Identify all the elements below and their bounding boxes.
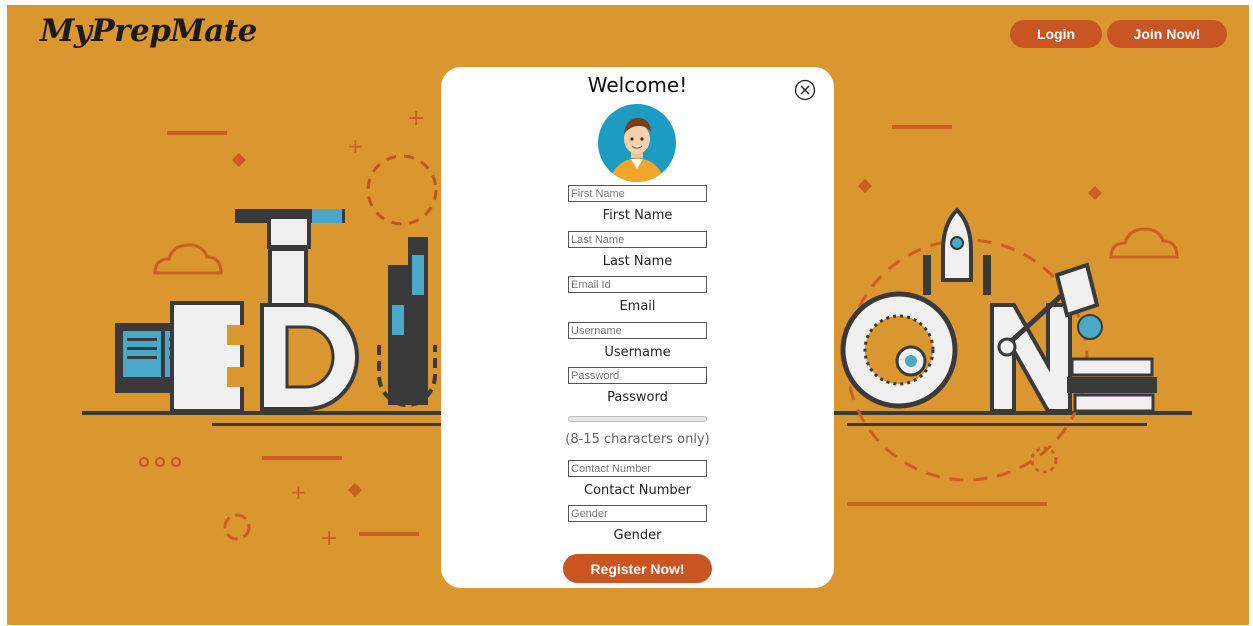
- email-input[interactable]: [568, 276, 707, 293]
- first-name-label: First Name: [602, 208, 673, 223]
- gender-label: Gender: [613, 528, 662, 543]
- contact-number-input[interactable]: [568, 460, 707, 477]
- password-hint: (8-15 characters only): [565, 432, 710, 447]
- last-name-input[interactable]: [568, 231, 707, 248]
- svg-text:+: +: [347, 134, 364, 158]
- close-icon[interactable]: [794, 79, 816, 101]
- last-name-label: Last Name: [602, 254, 673, 269]
- password-label: Password: [607, 390, 668, 405]
- register-modal: Welcome! First Name Last Name: [441, 67, 834, 588]
- contact-number-label: Contact Number: [584, 483, 691, 498]
- password-strength-bar: [568, 416, 707, 422]
- password-input[interactable]: [568, 367, 707, 384]
- logo[interactable]: MyPrepMate: [40, 13, 257, 49]
- first-name-input[interactable]: [568, 185, 707, 202]
- register-now-button[interactable]: Register Now!: [563, 554, 712, 583]
- svg-text:+: +: [320, 526, 338, 551]
- modal-title: Welcome!: [587, 73, 688, 97]
- svg-text:+: +: [407, 106, 425, 131]
- email-label: Email: [619, 299, 656, 314]
- avatar-icon: [598, 104, 676, 182]
- join-now-button[interactable]: Join Now!: [1107, 20, 1227, 48]
- gender-input[interactable]: [568, 505, 707, 522]
- username-input[interactable]: [568, 322, 707, 339]
- svg-text:+: +: [290, 480, 307, 504]
- username-label: Username: [604, 345, 671, 360]
- login-button[interactable]: Login: [1010, 20, 1102, 48]
- page-background: + + + + MyPrepMate Login Join Now! Welco…: [7, 5, 1249, 625]
